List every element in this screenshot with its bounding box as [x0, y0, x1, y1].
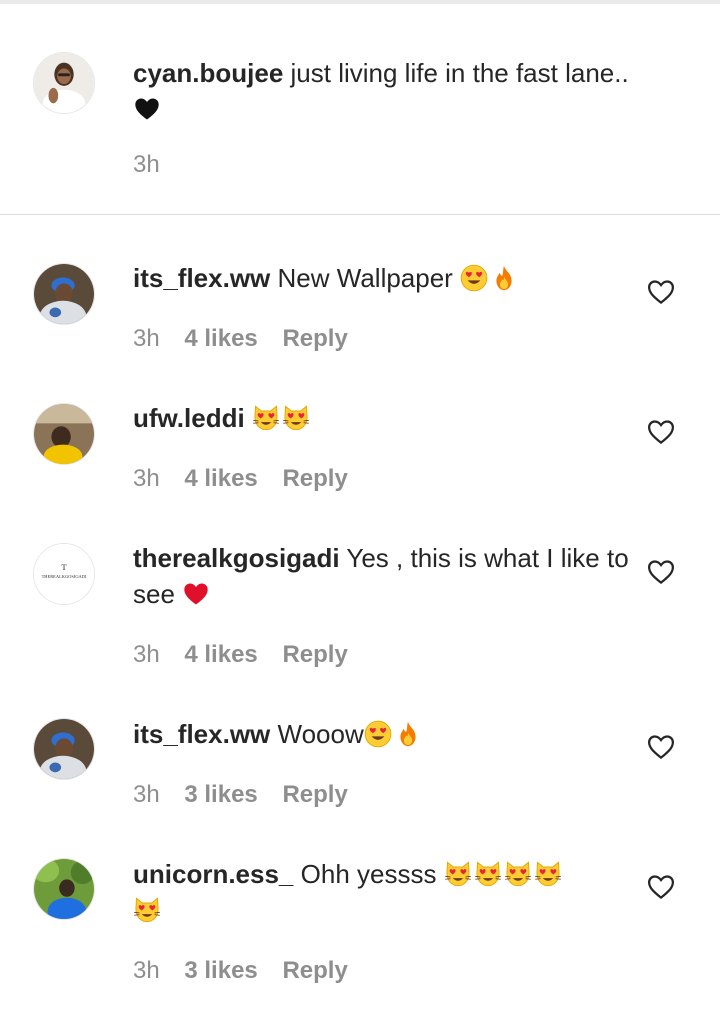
comment-meta: 3h 3 likes Reply [133, 780, 348, 810]
timestamp: 3h [133, 151, 160, 178]
like-button[interactable] [646, 557, 676, 587]
username[interactable]: its_flex.ww [133, 263, 270, 293]
heart-outline-icon [646, 732, 676, 762]
heart-eyes-emoji [460, 264, 488, 292]
fire-emoji [394, 720, 422, 748]
likes-count[interactable]: 4 likes [184, 641, 257, 668]
comment-body: Wooow [277, 719, 364, 749]
avatar-photo [34, 404, 94, 464]
avatar-photo [34, 859, 94, 919]
timestamp: 3h [133, 465, 160, 492]
heart-eyes-emoji [364, 720, 392, 748]
heart-outline-icon [646, 417, 676, 447]
avatar-logo: T THEREALKGOSIGADI [34, 544, 94, 604]
comment-meta: 3h 3 likes Reply [133, 956, 348, 986]
avatar[interactable] [33, 858, 95, 920]
timestamp: 3h [133, 957, 160, 984]
heart-eyes-cat-emoji [252, 404, 280, 432]
black-heart-emoji [133, 95, 161, 123]
heart-eyes-cat-emoji [474, 860, 502, 888]
reply-button[interactable]: Reply [282, 465, 347, 492]
likes-count[interactable]: 4 likes [184, 465, 257, 492]
comment-body: New Wallpaper [277, 263, 453, 293]
timestamp: 3h [133, 641, 160, 668]
avatar[interactable]: T THEREALKGOSIGADI [33, 543, 95, 605]
avatar-photo [34, 53, 94, 113]
username[interactable]: ufw.leddi [133, 403, 245, 433]
like-button[interactable] [646, 277, 676, 307]
like-button[interactable] [646, 417, 676, 447]
heart-outline-icon [646, 277, 676, 307]
heart-eyes-cat-emoji [133, 896, 161, 924]
reply-button[interactable]: Reply [282, 641, 347, 668]
likes-count[interactable]: 3 likes [184, 781, 257, 808]
heart-eyes-cat-emoji [534, 860, 562, 888]
reply-button[interactable]: Reply [282, 325, 347, 352]
comment-text: ufw.leddi [133, 400, 643, 436]
heart-eyes-cat-emoji [444, 860, 472, 888]
comment-meta: 3h [133, 150, 160, 180]
username[interactable]: unicorn.ess_ [133, 859, 293, 889]
timestamp: 3h [133, 325, 160, 352]
post-caption: cyan.boujee just living life in the fast… [0, 4, 720, 215]
reply-button[interactable]: Reply [282, 781, 347, 808]
like-button[interactable] [646, 732, 676, 762]
comment-meta: 3h 4 likes Reply [133, 640, 348, 670]
avatar-photo [34, 264, 94, 324]
avatar[interactable] [33, 403, 95, 465]
username[interactable]: cyan.boujee [133, 58, 283, 88]
heart-outline-icon [646, 557, 676, 587]
avatar[interactable] [33, 52, 95, 114]
avatar-photo [34, 719, 94, 779]
comment-meta: 3h 4 likes Reply [133, 324, 348, 354]
timestamp: 3h [133, 781, 160, 808]
heart-outline-icon [646, 872, 676, 902]
comment-body: Ohh yessss [300, 859, 437, 889]
avatar[interactable] [33, 718, 95, 780]
avatar[interactable] [33, 263, 95, 325]
likes-count[interactable]: 4 likes [184, 325, 257, 352]
comment-text: unicorn.ess_ Ohh yessss [133, 856, 643, 928]
comment-text: its_flex.ww Wooow [133, 716, 643, 752]
comment-meta: 3h 4 likes Reply [133, 464, 348, 494]
reply-button[interactable]: Reply [282, 957, 347, 984]
username[interactable]: its_flex.ww [133, 719, 270, 749]
svg-text:T: T [61, 562, 67, 572]
heart-eyes-cat-emoji [504, 860, 532, 888]
heart-eyes-cat-emoji [282, 404, 310, 432]
red-heart-emoji [182, 580, 210, 608]
caption-text: cyan.boujee just living life in the fast… [133, 55, 643, 127]
fire-emoji [490, 264, 518, 292]
username[interactable]: therealkgosigadi [133, 543, 340, 573]
comment-text: its_flex.ww New Wallpaper [133, 260, 643, 296]
svg-text:THEREALKGOSIGADI: THEREALKGOSIGADI [42, 574, 87, 579]
likes-count[interactable]: 3 likes [184, 957, 257, 984]
comment-text: therealkgosigadi Yes , this is what I li… [133, 540, 643, 612]
caption-body: just living life in the fast lane.. [290, 58, 629, 88]
like-button[interactable] [646, 872, 676, 902]
